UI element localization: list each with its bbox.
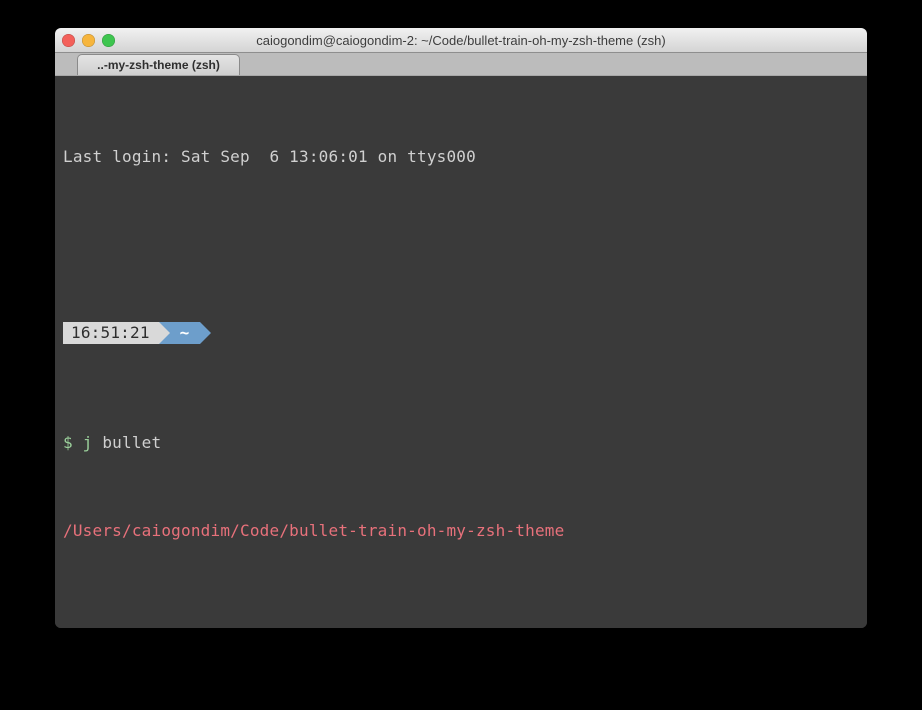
titlebar[interactable]: caiogondim@caiogondim-2: ~/Code/bullet-t… bbox=[55, 28, 867, 53]
last-login-line: Last login: Sat Sep 6 13:06:01 on ttys00… bbox=[63, 146, 867, 168]
zoom-button[interactable] bbox=[102, 34, 115, 47]
powerline-arrow-icon bbox=[159, 322, 170, 344]
prompt-line: 16:51:21 ~ bbox=[63, 322, 867, 344]
prompt-time-segment: 16:51:21 bbox=[63, 322, 159, 344]
window-title: caiogondim@caiogondim-2: ~/Code/bullet-t… bbox=[55, 33, 867, 48]
close-button[interactable] bbox=[62, 34, 75, 47]
blank-line bbox=[63, 586, 867, 608]
window-controls bbox=[55, 34, 115, 47]
command-name: j bbox=[83, 433, 93, 452]
command-args: bullet bbox=[93, 433, 162, 452]
prompt-path-segment: ~ bbox=[170, 322, 200, 344]
command-line: $ j bullet bbox=[63, 432, 867, 454]
minimize-button[interactable] bbox=[82, 34, 95, 47]
jump-output-line: /Users/caiogondim/Code/bullet-train-oh-m… bbox=[63, 520, 867, 542]
tab-bar: ..-my-zsh-theme (zsh) bbox=[55, 53, 867, 76]
blank-line bbox=[63, 212, 867, 234]
prompt-symbol: $ bbox=[63, 433, 83, 452]
tab-label: ..-my-zsh-theme (zsh) bbox=[97, 58, 220, 72]
terminal-window: caiogondim@caiogondim-2: ~/Code/bullet-t… bbox=[55, 28, 867, 628]
tab-terminal[interactable]: ..-my-zsh-theme (zsh) bbox=[77, 54, 240, 75]
powerline-arrow-icon bbox=[200, 322, 211, 344]
terminal-screen[interactable]: Last login: Sat Sep 6 13:06:01 on ttys00… bbox=[55, 76, 867, 628]
